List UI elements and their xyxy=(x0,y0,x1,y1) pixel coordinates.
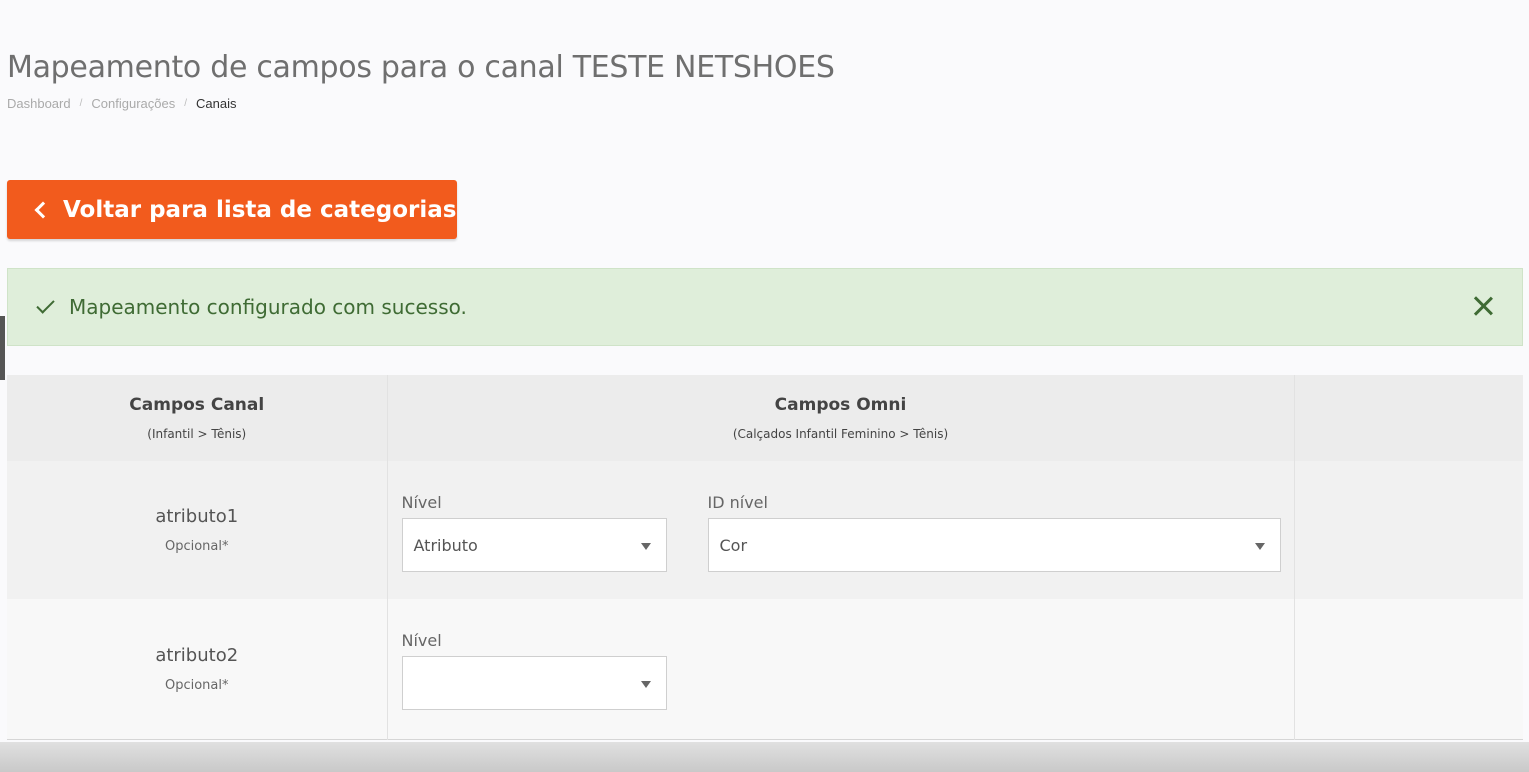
chevron-down-icon xyxy=(640,681,651,688)
field-required-label: Opcional* xyxy=(164,677,229,693)
header-subtitle: (Calçados Infantil Feminino > Tênis) xyxy=(732,427,949,441)
field-cell: atributo2 Opcional* xyxy=(7,599,388,739)
omni-cell: Nível Atributo ID nível Cor xyxy=(387,461,1295,599)
nivel-selected-value: Atributo xyxy=(413,535,478,555)
nivel-group: Nível xyxy=(401,631,667,710)
breadcrumb: Dashboard / Configurações / Canais xyxy=(7,96,236,111)
id-nivel-label: ID nível xyxy=(707,493,768,512)
id-nivel-select[interactable]: Cor xyxy=(707,518,1281,572)
page-title: Mapeamento de campos para o canal TESTE … xyxy=(7,50,835,85)
breadcrumb-item-configuracoes[interactable]: Configurações xyxy=(91,96,175,111)
chevron-left-icon xyxy=(34,201,52,219)
left-edge-tab xyxy=(0,316,5,380)
field-required-label: Opcional* xyxy=(164,539,229,554)
actions-cell xyxy=(1294,461,1523,599)
field-cell: atributo1 Opcional* xyxy=(7,461,388,599)
check-icon xyxy=(36,294,55,314)
table-row: atributo2 Opcional* Nível xyxy=(7,599,1523,739)
id-nivel-selected-value: Cor xyxy=(719,535,748,555)
header-actions xyxy=(1294,375,1523,461)
header-campos-canal: Campos Canal (Infantil > Tênis) xyxy=(7,375,388,461)
chevron-down-icon xyxy=(640,543,651,550)
breadcrumb-separator: / xyxy=(79,98,83,109)
field-name: atributo2 xyxy=(155,644,239,666)
header-campos-omni: Campos Omni (Calçados Infantil Feminino … xyxy=(387,375,1295,461)
header-title: Campos Omni xyxy=(774,395,907,415)
header-subtitle: (Infantil > Tênis) xyxy=(147,427,247,441)
nivel-label: Nível xyxy=(401,493,442,512)
table-row: atributo1 Opcional* Nível Atributo ID ní… xyxy=(7,461,1523,599)
header-title: Campos Canal xyxy=(129,395,265,415)
id-nivel-group: ID nível Cor xyxy=(707,493,1281,572)
close-icon[interactable] xyxy=(1472,295,1494,317)
back-to-categories-button[interactable]: Voltar para lista de categorias xyxy=(7,180,457,239)
actions-cell xyxy=(1294,599,1523,739)
nivel-label: Nível xyxy=(401,631,442,650)
omni-cell: Nível xyxy=(387,599,1295,739)
mapping-table: Campos Canal (Infantil > Tênis) Campos O… xyxy=(7,375,1523,740)
nivel-select[interactable]: Atributo xyxy=(401,518,667,572)
breadcrumb-item-canais: Canais xyxy=(196,96,237,111)
bottom-shade xyxy=(0,742,1529,772)
success-alert: Mapeamento configurado com sucesso. xyxy=(7,268,1523,346)
alert-message: Mapeamento configurado com sucesso. xyxy=(69,295,467,319)
chevron-down-icon xyxy=(1254,543,1265,550)
breadcrumb-item-dashboard[interactable]: Dashboard xyxy=(7,96,71,111)
nivel-group: Nível Atributo xyxy=(401,493,667,572)
breadcrumb-separator: / xyxy=(184,98,187,109)
back-button-label: Voltar para lista de categorias xyxy=(63,196,457,223)
table-header-row: Campos Canal (Infantil > Tênis) Campos O… xyxy=(7,375,1523,461)
nivel-select[interactable] xyxy=(401,656,667,710)
field-name: atributo1 xyxy=(155,506,239,527)
